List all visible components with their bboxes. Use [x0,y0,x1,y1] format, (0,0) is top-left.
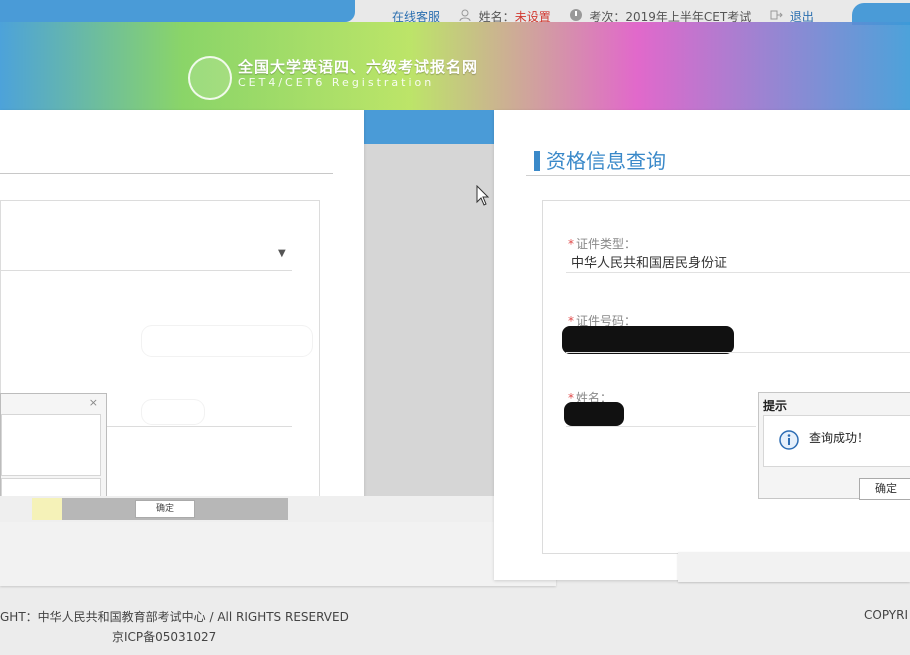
redacted-left-2 [142,400,204,424]
id-type-label: * 证件类型： [568,237,637,251]
power-icon [569,9,582,21]
close-icon[interactable]: × [89,396,98,409]
site-title: 全国大学英语四、六级考试报名网 [238,58,479,76]
user-icon [459,9,471,22]
footer-icp: 京ICP备05031027 [112,630,217,644]
redacted-left-1 [142,326,312,356]
title-bar-marker [534,151,540,171]
info-icon [779,430,799,450]
middle-gap [364,110,494,520]
right-panel-footer [678,552,910,582]
logout-icon [770,10,783,20]
ok-button[interactable]: 确定 [859,478,910,500]
tip-dialog-message: 查询成功！ [809,431,870,445]
cet-logo-icon [188,56,232,100]
id-type-value: 中华人民共和国居民身份证 [571,256,728,271]
left-panel-rule [0,173,333,174]
qualification-query-title: 资格信息查询 [534,145,666,174]
footer-copyright-right: COPYRI [864,608,909,622]
middle-gap-accent [364,110,494,144]
tip-dialog-title: 提示 [763,399,788,413]
redacted-id-number [562,326,734,354]
footer-copyright: GHT：中华人民共和国教育部考试中心 / All RIGHTS RESERVED [0,610,349,624]
render-artifact-yellow [32,498,62,520]
title-text: 资格信息查询 [546,149,666,173]
redacted-name [564,402,624,426]
tip-dialog: 提示 查询成功！ 确定 [758,392,910,500]
title-rule [526,175,910,176]
mini-dialog-body [1,414,101,476]
top-bar-left-tab [0,0,355,22]
name-underline [566,426,756,427]
select-arrow-icon[interactable]: ▼ [278,248,286,259]
left-confirm-button[interactable]: 确定 [135,500,195,518]
left-panel-footer [0,520,556,586]
left-select-underline [0,270,292,271]
id-number-underline [566,352,910,353]
site-subtitle: CET4/CET6 Registration [238,76,435,89]
mouse-cursor-icon [476,185,490,206]
id-type-underline [566,272,910,273]
